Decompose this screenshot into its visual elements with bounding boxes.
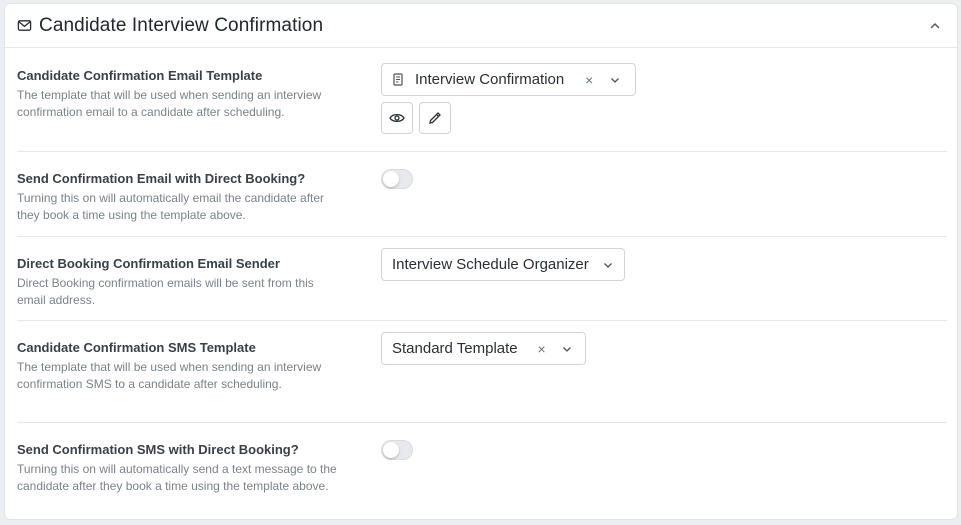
mail-icon	[17, 18, 32, 33]
setting-label: Candidate Confirmation Email Template	[17, 68, 263, 83]
setting-email-direct-booking: Send Confirmation Email with Direct Book…	[17, 152, 947, 237]
setting-email-template: Candidate Confirmation Email Template Th…	[17, 48, 947, 152]
email-template-select[interactable]: Interview Confirmation ×	[381, 63, 636, 96]
chevron-down-icon[interactable]	[562, 344, 572, 354]
document-icon	[392, 73, 404, 86]
setting-sms-template: Candidate Confirmation SMS Template The …	[17, 321, 947, 423]
setting-email-sender: Direct Booking Confirmation Email Sender…	[17, 237, 947, 321]
clear-icon[interactable]: ×	[583, 72, 595, 88]
section-header[interactable]: Candidate Interview Confirmation	[5, 4, 957, 48]
setting-label: Send Confirmation Email with Direct Book…	[17, 171, 306, 186]
setting-description: Direct Booking confirmation emails will …	[17, 276, 314, 307]
section-title: Candidate Interview Confirmation	[39, 14, 324, 36]
email-direct-booking-toggle[interactable]	[381, 169, 413, 189]
setting-label: Send Confirmation SMS with Direct Bookin…	[17, 442, 299, 457]
sms-direct-booking-toggle[interactable]	[381, 440, 413, 460]
eye-icon[interactable]	[381, 102, 413, 134]
setting-sms-direct-booking: Send Confirmation SMS with Direct Bookin…	[17, 423, 947, 521]
chevron-up-icon[interactable]	[925, 16, 945, 36]
setting-description: The template that will be used when send…	[17, 360, 322, 391]
chevron-down-icon[interactable]	[610, 75, 620, 85]
toggle-knob	[383, 171, 399, 187]
pencil-icon[interactable]	[419, 102, 451, 134]
settings-panel: Candidate Interview Confirmation Candida…	[4, 3, 958, 520]
setting-description: The template that will be used when send…	[17, 88, 322, 119]
setting-description: Turning this on will automatically email…	[17, 191, 325, 222]
select-value: Standard Template	[392, 340, 518, 357]
clear-icon[interactable]: ×	[536, 341, 548, 357]
select-value: Interview Schedule Organizer	[392, 256, 589, 273]
toggle-knob	[383, 442, 399, 458]
setting-label: Direct Booking Confirmation Email Sender	[17, 256, 280, 271]
setting-label: Candidate Confirmation SMS Template	[17, 340, 256, 355]
chevron-down-icon[interactable]	[603, 260, 613, 270]
select-value: Interview Confirmation	[415, 71, 565, 88]
sms-template-select[interactable]: Standard Template ×	[381, 332, 586, 365]
email-sender-select[interactable]: Interview Schedule Organizer	[381, 248, 625, 281]
setting-description: Turning this on will automatically send …	[17, 462, 337, 493]
